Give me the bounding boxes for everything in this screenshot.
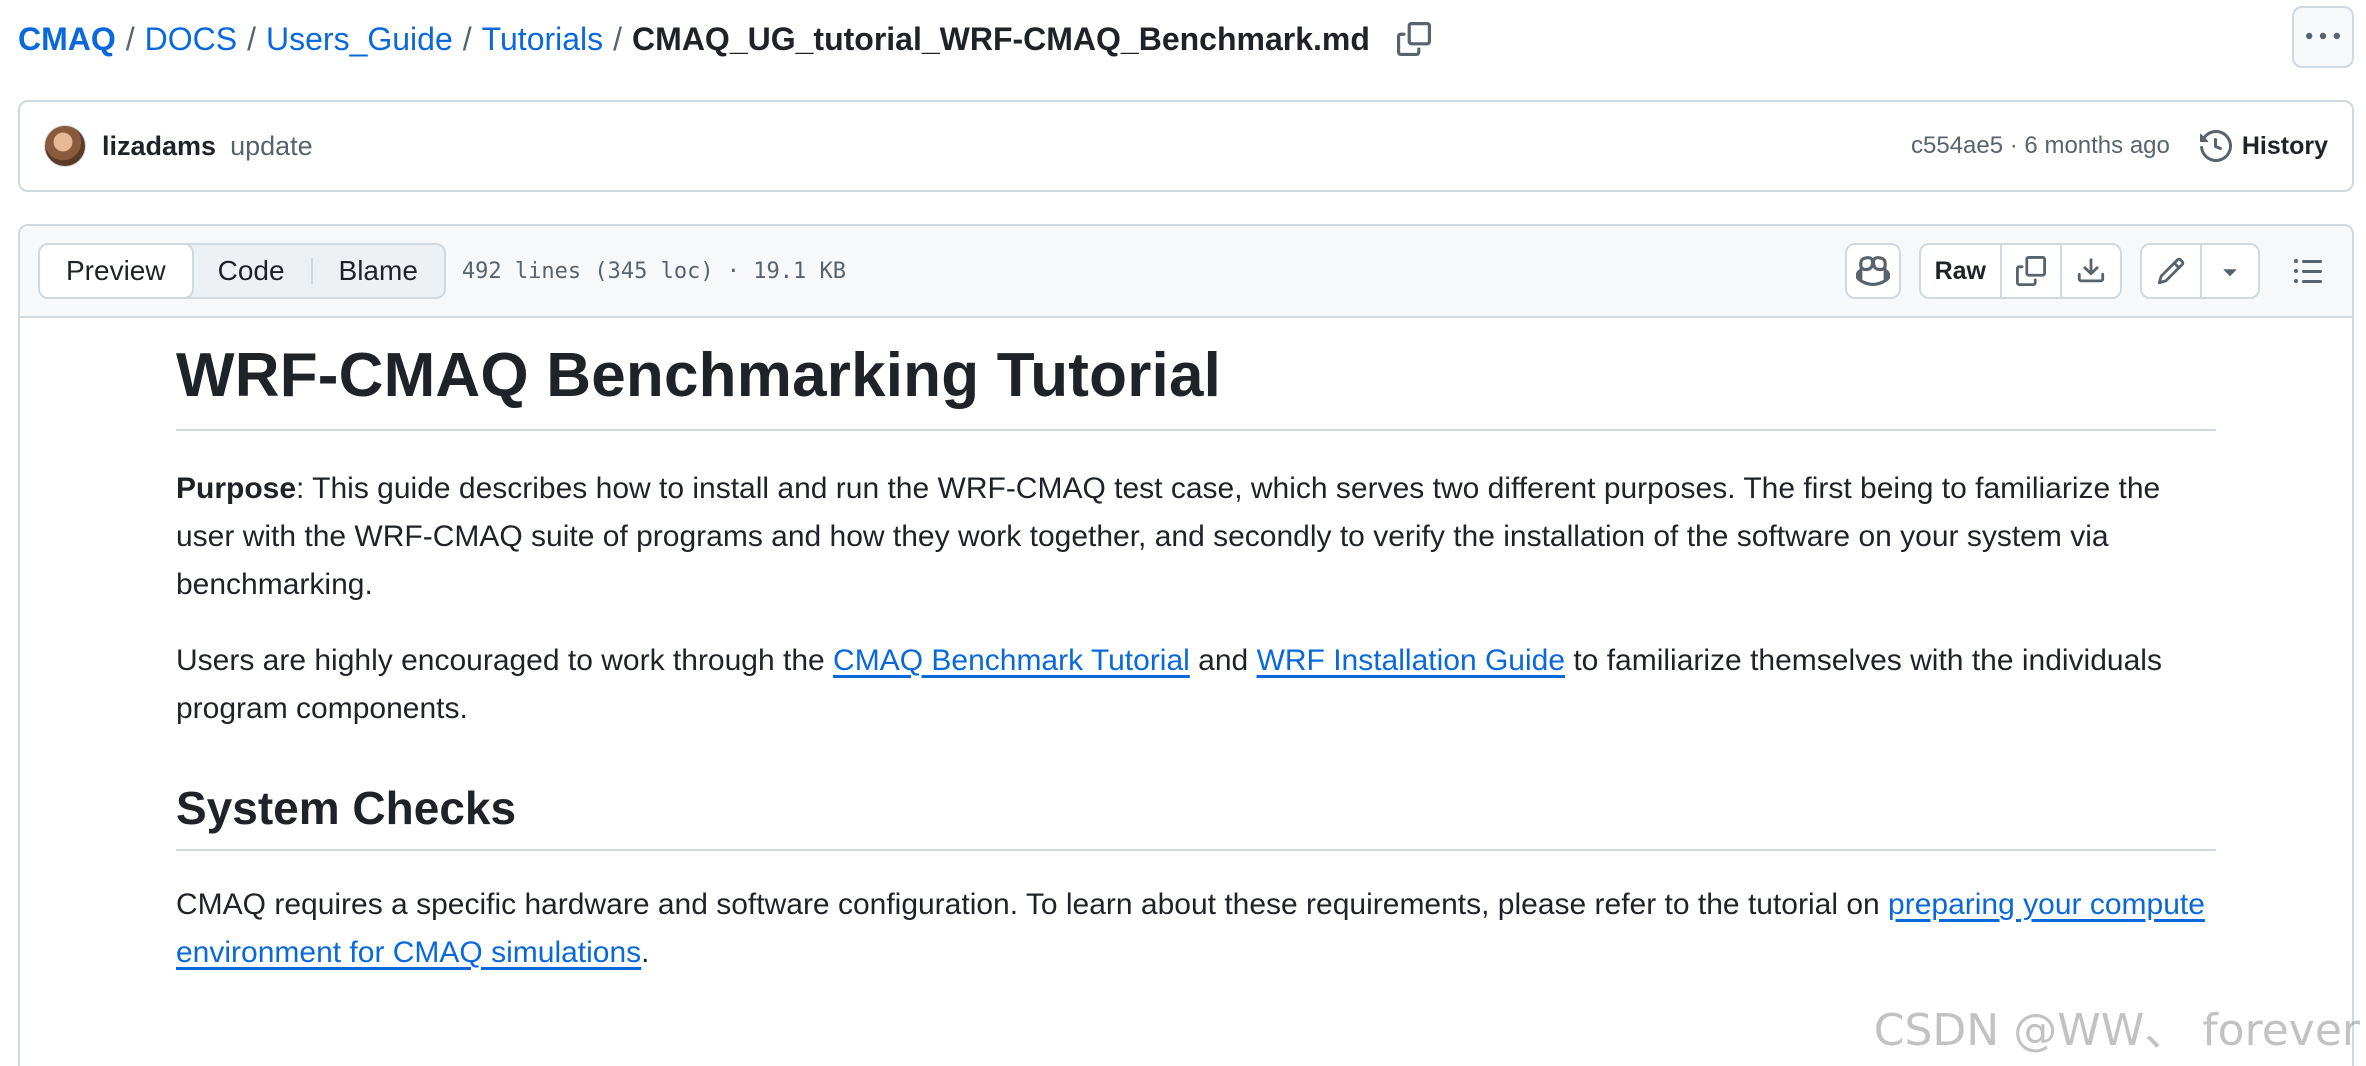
edit-group (2140, 243, 2260, 299)
copy-icon (2016, 256, 2046, 286)
file-size-info: 492 lines (345 loc) · 19.1 KB (461, 258, 847, 284)
triangle-down-icon (2223, 269, 2237, 277)
copilot-button[interactable] (1844, 243, 1901, 299)
raw-button[interactable]: Raw (1921, 245, 2002, 297)
copy-icon (1396, 22, 1431, 56)
copy-raw-button[interactable] (2002, 245, 2062, 297)
breadcrumb-separator: / (613, 20, 623, 57)
breadcrumb-item-cmaq[interactable]: CMAQ (18, 21, 116, 58)
edit-file-button[interactable] (2142, 245, 2202, 297)
encouragement-paragraph: Users are highly encouraged to work thro… (176, 637, 2216, 733)
raw-copy-download-group: Raw (1918, 243, 2122, 299)
breadcrumb-separator: / (247, 20, 256, 57)
breadcrumb-separator: / (125, 20, 135, 57)
purpose-text: : This guide describes how to install an… (176, 472, 2161, 601)
tab-code[interactable]: Code (192, 245, 311, 297)
breadcrumb-item-users-guide[interactable]: Users_Guide (266, 21, 453, 58)
tab-preview[interactable]: Preview (39, 245, 194, 297)
system-checks-paragraph: CMAQ requires a specific hardware and so… (176, 881, 2216, 977)
commit-hash-time[interactable]: c554ae5 · 6 months ago (1911, 132, 2170, 160)
file-viewer: Preview Code Blame 492 lines (345 loc) ·… (18, 224, 2354, 1066)
history-label: History (2241, 131, 2328, 160)
paragraph-text: CMAQ requires a specific hardware and so… (176, 888, 1889, 921)
list-unordered-icon (2294, 259, 2322, 283)
download-button[interactable] (2062, 245, 2120, 297)
page-title: WRF-CMAQ Benchmarking Tutorial (176, 340, 2216, 431)
download-icon (2077, 258, 2105, 283)
purpose-label: Purpose (176, 472, 297, 505)
commit-author[interactable]: lizadams (102, 131, 216, 162)
copy-path-button[interactable] (1396, 21, 1432, 57)
paragraph-text: Users are highly encouraged to work thro… (176, 644, 834, 677)
breadcrumb-separator: / (462, 20, 472, 57)
outline-button[interactable] (2282, 243, 2334, 299)
breadcrumb-current-file: CMAQ_UG_tutorial_WRF-CMAQ_Benchmark.md (632, 20, 1370, 57)
paragraph-text: and (1189, 644, 1257, 677)
commit-right-group: c554ae5 · 6 months ago History (1911, 130, 2328, 162)
copilot-icon (1855, 256, 1890, 286)
more-options-button[interactable] (2292, 6, 2354, 68)
wrf-installation-guide-link[interactable]: WRF Installation Guide (1257, 644, 1565, 677)
purpose-paragraph: Purpose: This guide describes how to ins… (176, 465, 2216, 609)
breadcrumb-item-tutorials[interactable]: Tutorials (482, 21, 604, 58)
section-heading-system-checks: System Checks (176, 781, 2216, 851)
breadcrumb: CMAQ / DOCS / Users_Guide / Tutorials / … (18, 14, 1432, 64)
file-actions: Raw (1844, 243, 2334, 299)
cmaq-benchmark-tutorial-link[interactable]: CMAQ Benchmark Tutorial (833, 644, 1190, 677)
watermark: CSDN @WW、 forever (1873, 1005, 2360, 1056)
pencil-icon (2157, 257, 2185, 285)
markdown-body: WRF-CMAQ Benchmarking Tutorial Purpose: … (176, 340, 2216, 1005)
history-clock-icon (2199, 130, 2232, 162)
paragraph-text: . (641, 936, 650, 969)
breadcrumb-item-docs[interactable]: DOCS (145, 21, 237, 58)
edit-dropdown-button[interactable] (2202, 245, 2258, 297)
file-header: Preview Code Blame 492 lines (345 loc) ·… (20, 226, 2352, 318)
history-button[interactable]: History (2199, 130, 2328, 162)
avatar[interactable] (44, 125, 86, 167)
kebab-horizontal-icon (2306, 32, 2340, 40)
view-mode-segmented-control: Preview Code Blame (38, 243, 446, 299)
tab-blame[interactable]: Blame (313, 245, 444, 297)
commit-message[interactable]: update (230, 131, 313, 162)
latest-commit-bar: lizadams update c554ae5 · 6 months ago H… (18, 100, 2354, 192)
